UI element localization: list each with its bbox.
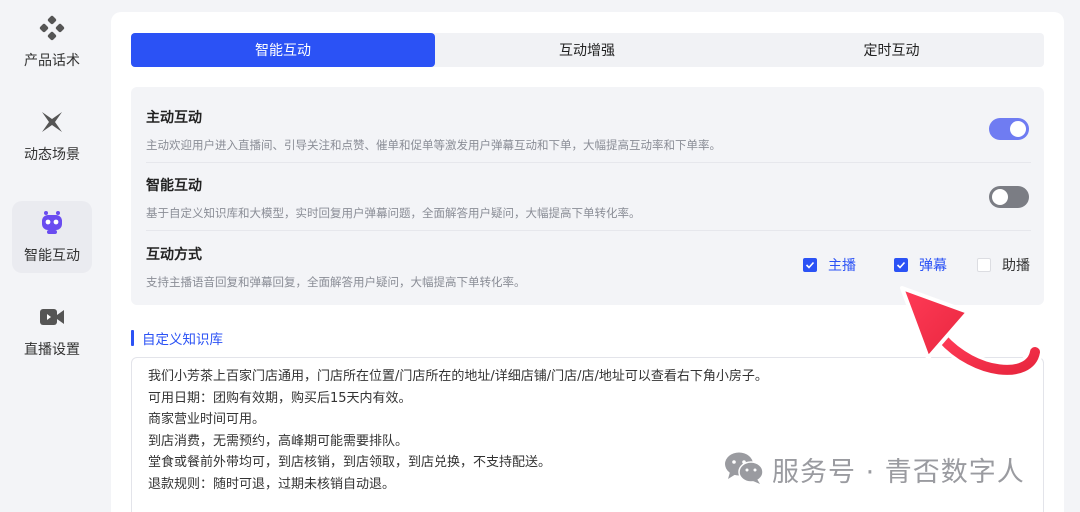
watermark: 服务号 · 青否数字人 (724, 450, 1025, 489)
video-camera-icon (38, 303, 66, 331)
watermark-text: 服务号 · 青否数字人 (772, 457, 1025, 488)
sidebar-item-smart-interaction[interactable]: 智能互动 (12, 201, 92, 273)
option-label: 助播 (1002, 258, 1030, 274)
sidebar-item-label: 产品话术 (24, 53, 80, 69)
sidebar-item-product-script[interactable]: 产品话术 (12, 6, 92, 78)
checkbox-checked[interactable] (803, 258, 817, 272)
knowledge-line: 到店消费，无需预约，高峰期可能需要排队。 (148, 433, 409, 449)
product-script-icon (38, 14, 66, 42)
wechat-icon (724, 451, 764, 489)
dynamic-scene-icon (38, 108, 66, 136)
main-panel: 智能互动 互动增强 定时互动 主动互动 主动欢迎用户进入直播间、引导关注和点赞、… (111, 12, 1064, 512)
annotation-arrow (900, 286, 1043, 378)
tab-interaction-boost[interactable]: 互动增强 (435, 33, 739, 67)
sidebar-item-label: 动态场景 (24, 147, 80, 163)
setting-description: 基于自定义知识库和大模型，实时回复用户弹幕问题，全面解答用户疑问，大幅提高下单转… (146, 206, 641, 220)
sidebar-item-label: 智能互动 (24, 248, 80, 264)
section-marker (131, 330, 134, 346)
settings-panel: 主动互动 主动欢迎用户进入直播间、引导关注和点赞、催单和促单等激发用户弹幕互动和… (131, 87, 1044, 305)
sidebar-item-label: 直播设置 (24, 342, 80, 358)
option-danmaku[interactable]: 弹幕 (894, 255, 947, 275)
knowledge-base-title: 自定义知识库 (142, 332, 223, 348)
interaction-mode-options: 主播 弹幕 助播 (773, 255, 1030, 275)
checkbox-checked[interactable] (894, 258, 908, 272)
option-assistant[interactable]: 助播 (977, 255, 1030, 275)
sidebar-item-dynamic-scene[interactable]: 动态场景 (12, 100, 92, 172)
tab-bar: 智能互动 互动增强 定时互动 (131, 33, 1044, 67)
sidebar: 产品话术 动态场景 智能互动 直播设置 (0, 0, 104, 512)
setting-title: 主动互动 (146, 110, 202, 126)
divider (146, 162, 1031, 163)
robot-icon (38, 209, 66, 237)
option-label: 弹幕 (919, 258, 947, 274)
smart-interaction-toggle[interactable] (989, 186, 1029, 208)
knowledge-base-header: 自定义知识库 (131, 328, 223, 348)
option-anchor[interactable]: 主播 (803, 255, 856, 275)
sidebar-item-live-settings[interactable]: 直播设置 (12, 295, 92, 367)
setting-active-interaction: 主动互动 主动欢迎用户进入直播间、引导关注和点赞、催单和促单等激发用户弹幕互动和… (146, 107, 1031, 153)
checkbox-unchecked[interactable] (977, 258, 991, 272)
toggle-knob (1010, 121, 1026, 137)
knowledge-line: 商家营业时间可用。 (148, 412, 266, 427)
active-interaction-toggle[interactable] (989, 118, 1029, 140)
option-label: 主播 (828, 258, 856, 274)
setting-description: 主动欢迎用户进入直播间、引导关注和点赞、催单和促单等激发用户弹幕互动和下单，大幅… (146, 138, 721, 152)
divider (146, 230, 1031, 231)
setting-smart-interaction: 智能互动 基于自定义知识库和大模型，实时回复用户弹幕问题，全面解答用户疑问，大幅… (146, 175, 1031, 221)
tab-scheduled-interaction[interactable]: 定时互动 (739, 33, 1044, 67)
tab-smart-interaction[interactable]: 智能互动 (131, 33, 435, 67)
setting-title: 智能互动 (146, 178, 202, 194)
toggle-knob (992, 189, 1008, 205)
